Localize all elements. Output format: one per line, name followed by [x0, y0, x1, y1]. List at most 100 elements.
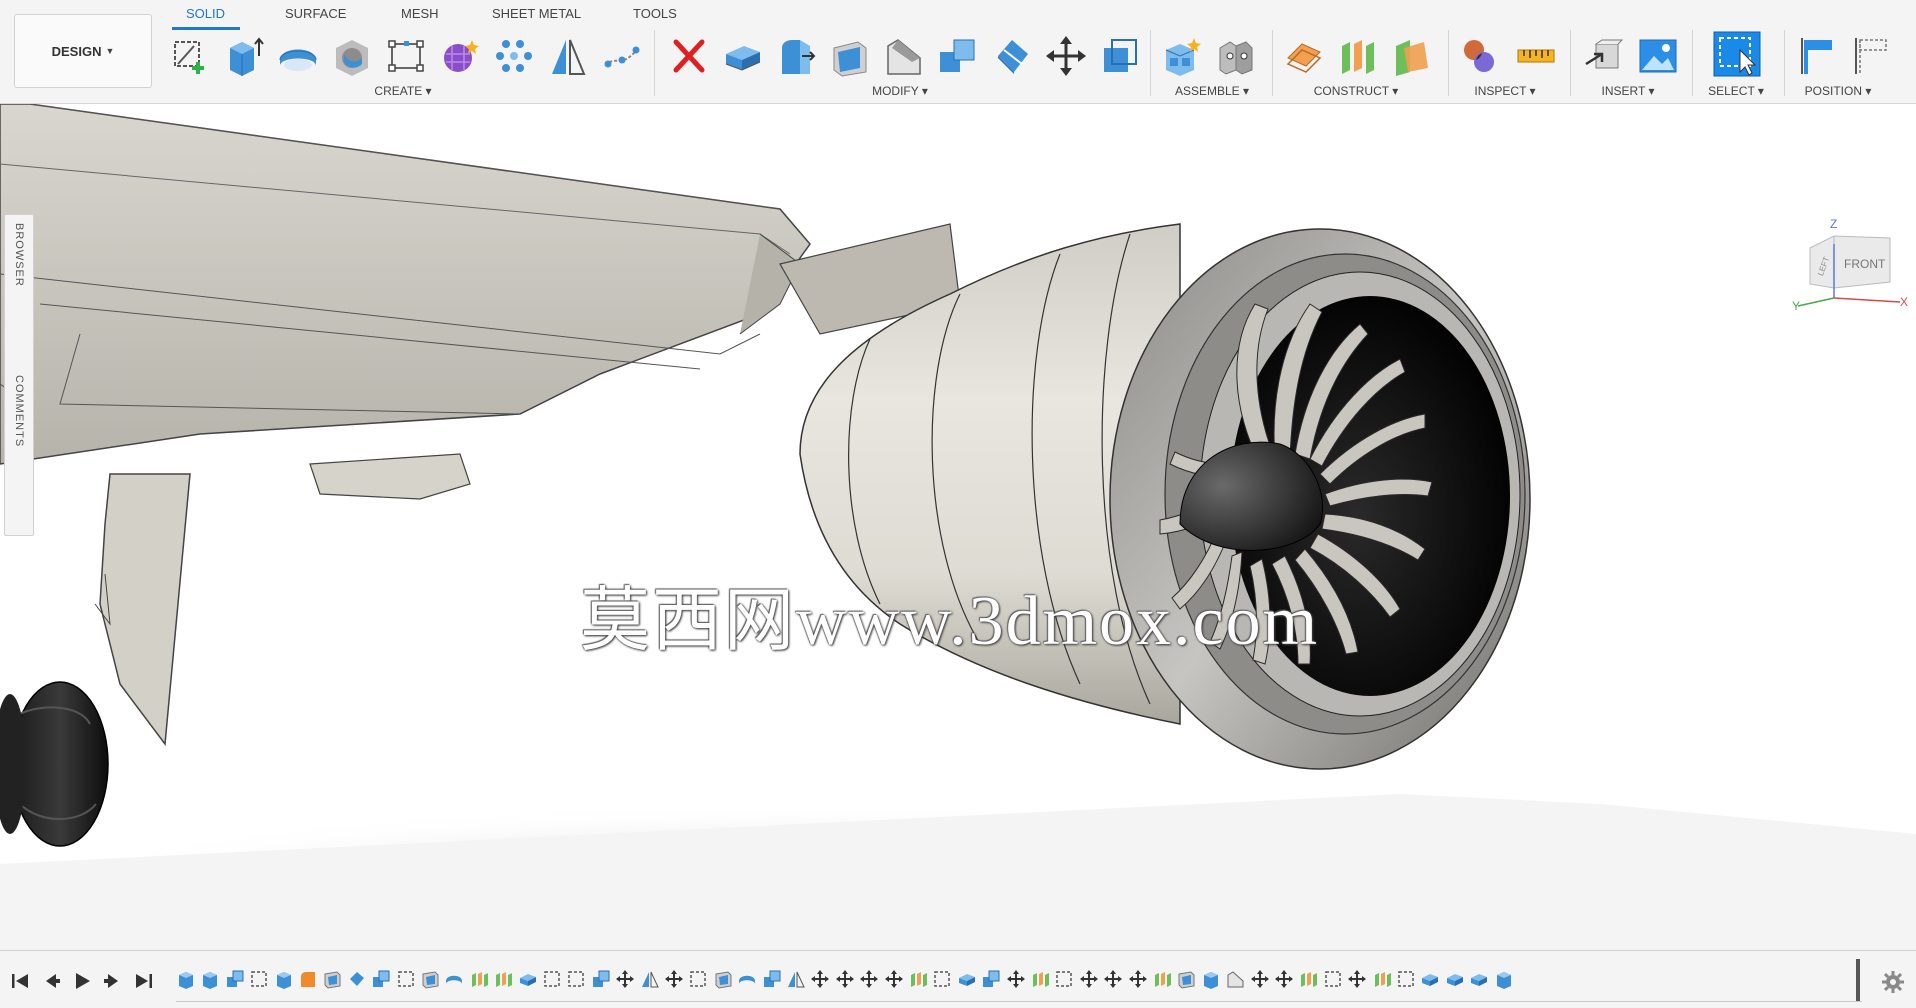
mirror-icon[interactable]	[546, 34, 590, 78]
interference-icon[interactable]	[1458, 34, 1502, 78]
timeline-feature-revolve[interactable]	[737, 969, 757, 989]
timeline-feature-plane[interactable]	[908, 969, 928, 989]
tab-surface[interactable]: SURFACE	[285, 6, 346, 21]
timeline-feature-mirror[interactable]	[640, 969, 660, 989]
timeline-feature-extrude[interactable]	[176, 969, 196, 989]
go-to-end-icon[interactable]	[132, 969, 156, 993]
timeline-feature-move[interactable]	[835, 969, 855, 989]
revert-position-icon[interactable]	[1850, 34, 1894, 78]
timeline-feature-move[interactable]	[615, 969, 635, 989]
press-pull-icon[interactable]	[720, 34, 764, 78]
tab-solid[interactable]: SOLID	[186, 6, 225, 21]
go-to-start-icon[interactable]	[8, 969, 32, 993]
chamfer-icon[interactable]	[882, 34, 926, 78]
timeline-feature-move[interactable]	[1274, 969, 1294, 989]
timeline-feature-combine[interactable]	[225, 969, 245, 989]
delete-icon[interactable]	[666, 34, 710, 78]
timeline-feature-sketch[interactable]	[249, 969, 269, 989]
timeline-feature-move[interactable]	[1347, 969, 1367, 989]
hole-icon[interactable]	[330, 34, 374, 78]
timeline-feature-shell[interactable]	[322, 969, 342, 989]
timeline-feature-sketch[interactable]	[1323, 969, 1343, 989]
joint-icon[interactable]	[1214, 34, 1258, 78]
step-forward-icon[interactable]	[100, 969, 124, 993]
timeline-feature-press-pull[interactable]	[1420, 969, 1440, 989]
timeline-feature-move[interactable]	[1250, 969, 1270, 989]
timeline-feature-combine[interactable]	[762, 969, 782, 989]
comments-panel-tab[interactable]: COMMENTS	[13, 375, 25, 447]
timeline-feature-sketch[interactable]	[542, 969, 562, 989]
timeline-feature-move[interactable]	[859, 969, 879, 989]
timeline-feature-plane[interactable]	[493, 969, 513, 989]
timeline-feature-shell[interactable]	[713, 969, 733, 989]
timeline-feature-combine[interactable]	[371, 969, 391, 989]
pattern-icon[interactable]	[492, 34, 536, 78]
timeline-feature-extrude[interactable]	[1201, 969, 1221, 989]
scale-icon[interactable]	[1098, 34, 1142, 78]
timeline-feature-press-pull[interactable]	[518, 969, 538, 989]
timeline-feature-move[interactable]	[1128, 969, 1148, 989]
browser-panel-tab[interactable]: BROWSER	[13, 223, 25, 287]
position-menu[interactable]: POSITION ▾	[1805, 84, 1872, 98]
insert-derive-icon[interactable]	[1582, 34, 1626, 78]
timeline-feature-press-pull[interactable]	[1445, 969, 1465, 989]
timeline-feature-press-pull[interactable]	[957, 969, 977, 989]
view-cube-front-face[interactable]: FRONT	[1844, 257, 1886, 271]
gear-icon[interactable]	[1880, 969, 1906, 995]
timeline-feature-revolve[interactable]	[444, 969, 464, 989]
select-icon[interactable]	[1712, 30, 1762, 78]
timeline-feature-plane[interactable]	[1298, 969, 1318, 989]
create-menu[interactable]: CREATE ▾	[374, 84, 431, 98]
construct-menu[interactable]: CONSTRUCT ▾	[1314, 84, 1398, 98]
timeline-feature-sketch[interactable]	[566, 969, 586, 989]
timeline-feature-plane[interactable]	[1152, 969, 1172, 989]
canvas-viewport[interactable]: BROWSER COMMENTS Z X Y FRONT LEFT 莫西网www…	[0, 104, 1916, 950]
fillet-icon[interactable]	[774, 34, 818, 78]
offset-plane-icon[interactable]	[1282, 34, 1326, 78]
workspace-switcher-button[interactable]: DESIGN ▼	[14, 14, 152, 88]
tab-sheet-metal[interactable]: SHEET METAL	[492, 6, 581, 21]
rectangular-pattern-icon[interactable]	[384, 34, 428, 78]
extrude-icon[interactable]	[222, 34, 266, 78]
angle-plane-icon[interactable]	[1390, 34, 1434, 78]
tab-mesh[interactable]: MESH	[401, 6, 439, 21]
inspect-menu[interactable]: INSPECT ▾	[1474, 84, 1535, 98]
timeline-feature-split[interactable]	[347, 969, 367, 989]
view-cube[interactable]: Z X Y FRONT LEFT	[1790, 214, 1910, 324]
insert-menu[interactable]: INSERT ▾	[1602, 84, 1655, 98]
timeline-feature-press-pull[interactable]	[1469, 969, 1489, 989]
timeline-feature-extrude[interactable]	[274, 969, 294, 989]
timeline-marker[interactable]	[1856, 959, 1860, 1001]
timeline-feature-extrude[interactable]	[200, 969, 220, 989]
shell-icon[interactable]	[828, 34, 872, 78]
combine-icon[interactable]	[936, 34, 980, 78]
revolve-icon[interactable]	[276, 34, 320, 78]
tab-tools[interactable]: TOOLS	[633, 6, 677, 21]
capture-position-icon[interactable]	[1796, 34, 1840, 78]
assemble-menu[interactable]: ASSEMBLE ▾	[1175, 84, 1249, 98]
insert-image-icon[interactable]	[1636, 34, 1680, 78]
timeline-track[interactable]	[176, 963, 1862, 995]
timeline-feature-shell[interactable]	[1176, 969, 1196, 989]
timeline-feature-fillet[interactable]	[298, 969, 318, 989]
timeline-feature-plane[interactable]	[1030, 969, 1050, 989]
timeline-feature-combine[interactable]	[591, 969, 611, 989]
timeline-feature-sketch[interactable]	[1396, 969, 1416, 989]
timeline-feature-move[interactable]	[884, 969, 904, 989]
play-icon[interactable]	[70, 969, 94, 993]
timeline-feature-extrude[interactable]	[1494, 969, 1514, 989]
midplane-icon[interactable]	[1336, 34, 1380, 78]
timeline-feature-chamfer[interactable]	[1225, 969, 1245, 989]
select-menu[interactable]: SELECT ▾	[1708, 84, 1764, 98]
form-icon[interactable]	[438, 34, 482, 78]
timeline-feature-sketch[interactable]	[688, 969, 708, 989]
new-component-icon[interactable]	[1160, 34, 1204, 78]
measure-icon[interactable]	[1514, 34, 1558, 78]
timeline-feature-move[interactable]	[664, 969, 684, 989]
move-icon[interactable]	[1044, 34, 1088, 78]
timeline-feature-shell[interactable]	[420, 969, 440, 989]
create-sketch-icon[interactable]	[168, 34, 212, 78]
timeline-feature-sketch[interactable]	[932, 969, 952, 989]
timeline-feature-plane[interactable]	[469, 969, 489, 989]
timeline-feature-move[interactable]	[1079, 969, 1099, 989]
